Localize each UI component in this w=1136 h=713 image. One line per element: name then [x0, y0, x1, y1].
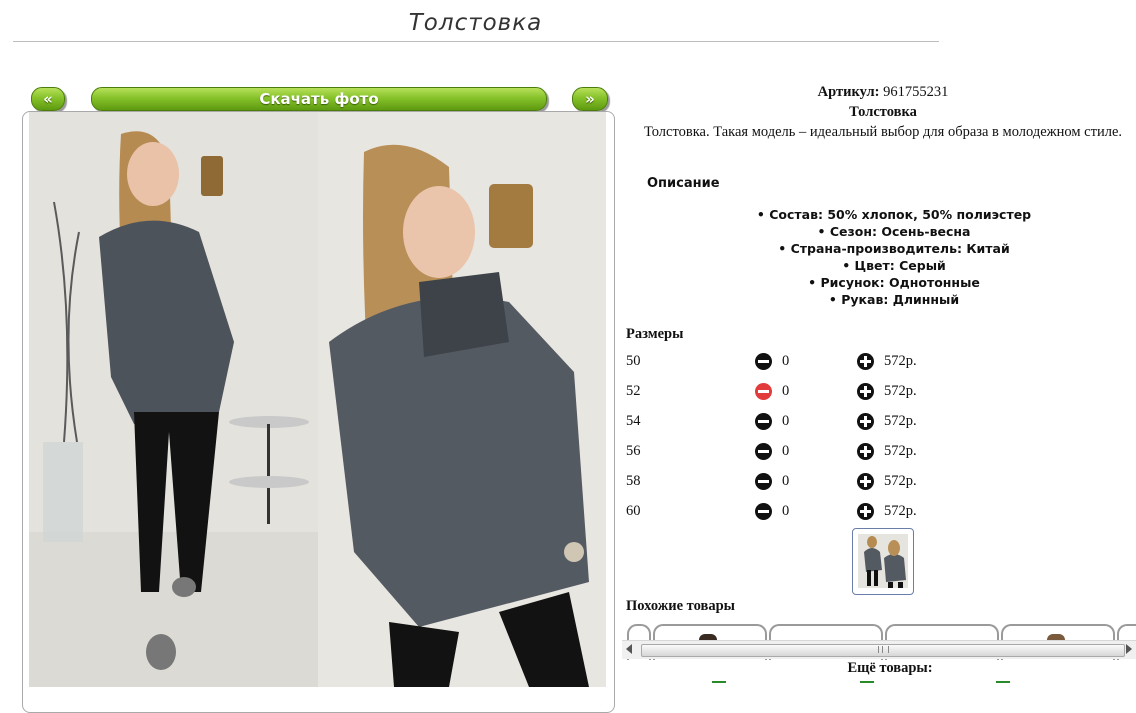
minus-icon[interactable]: [755, 413, 772, 430]
size-label: 52: [626, 383, 641, 399]
article-line: Артикул: 961755231: [640, 82, 1126, 102]
plus-icon[interactable]: [857, 503, 874, 520]
size-price: 572р.: [884, 443, 917, 459]
size-qty: 0: [782, 473, 790, 489]
description-title: Описание: [647, 176, 720, 191]
size-row: 56 0 572р.: [626, 442, 946, 462]
next-photo-button[interactable]: »: [572, 87, 608, 111]
scroll-right-icon[interactable]: [1126, 644, 1132, 654]
scrollbar-thumb[interactable]: [641, 644, 1125, 657]
product-info: Артикул: 961755231 Толстовка Толстовка. …: [640, 82, 1126, 142]
size-qty: 0: [782, 443, 790, 459]
size-label: 58: [626, 473, 641, 489]
sizes-title: Размеры: [626, 326, 684, 342]
plus-icon[interactable]: [857, 413, 874, 430]
size-qty: 0: [782, 353, 790, 369]
minus-icon[interactable]: [755, 383, 772, 400]
more-products-title: Ещё товары:: [847, 660, 933, 676]
size-row: 60 0 572р.: [626, 502, 946, 522]
product-name: Толстовка: [849, 104, 917, 120]
size-price: 572р.: [884, 503, 917, 519]
property-item: Цвет: Серый: [620, 257, 1136, 274]
size-price: 572р.: [884, 473, 917, 489]
property-item: Рукав: Длинный: [620, 291, 1136, 308]
property-item: Рисунок: Однотонные: [620, 274, 1136, 291]
download-photo-button[interactable]: Скачать фото: [91, 87, 547, 111]
property-item: Сезон: Осень-весна: [620, 223, 1136, 240]
similar-products-title: Похожие товары: [626, 598, 735, 614]
plus-icon[interactable]: [857, 473, 874, 490]
property-item: Страна-производитель: Китай: [620, 240, 1136, 257]
article-label: Артикул:: [817, 84, 880, 100]
plus-icon[interactable]: [857, 443, 874, 460]
size-qty: 0: [782, 503, 790, 519]
plus-icon[interactable]: [857, 383, 874, 400]
size-price: 572р.: [884, 353, 917, 369]
more-products-link[interactable]: [996, 681, 1010, 689]
size-label: 54: [626, 413, 641, 429]
size-qty: 0: [782, 383, 790, 399]
size-row: 52 0 572р.: [626, 382, 946, 402]
size-label: 60: [626, 503, 641, 519]
scroll-left-icon[interactable]: [626, 644, 632, 654]
product-photo-image: [29, 112, 606, 687]
more-products-link[interactable]: [712, 681, 726, 689]
page-title: Толстовка: [408, 10, 543, 36]
title-divider: [13, 41, 939, 42]
property-item: Состав: 50% хлопок, 50% полиэстер: [620, 206, 1136, 223]
minus-icon[interactable]: [755, 473, 772, 490]
product-photo[interactable]: [29, 112, 606, 687]
minus-icon[interactable]: [755, 353, 772, 370]
minus-icon[interactable]: [755, 503, 772, 520]
minus-icon[interactable]: [755, 443, 772, 460]
thumbnail-image: [858, 534, 908, 588]
size-row: 50 0 572р.: [626, 352, 946, 372]
size-label: 50: [626, 353, 641, 369]
grip-icon: [878, 646, 889, 653]
size-qty: 0: [782, 413, 790, 429]
size-price: 572р.: [884, 413, 917, 429]
property-list: Состав: 50% хлопок, 50% полиэстер Сезон:…: [620, 206, 1136, 308]
prev-photo-button[interactable]: «: [31, 87, 65, 111]
size-label: 56: [626, 443, 641, 459]
carousel-scrollbar[interactable]: [622, 640, 1136, 659]
more-products-link[interactable]: [860, 681, 874, 689]
photo-thumbnail[interactable]: [852, 528, 914, 595]
article-value: 961755231: [883, 84, 949, 100]
size-price: 572р.: [884, 383, 917, 399]
product-summary: Толстовка. Такая модель – идеальный выбо…: [643, 124, 1123, 140]
size-row: 54 0 572р.: [626, 412, 946, 432]
size-row: 58 0 572р.: [626, 472, 946, 492]
plus-icon[interactable]: [857, 353, 874, 370]
